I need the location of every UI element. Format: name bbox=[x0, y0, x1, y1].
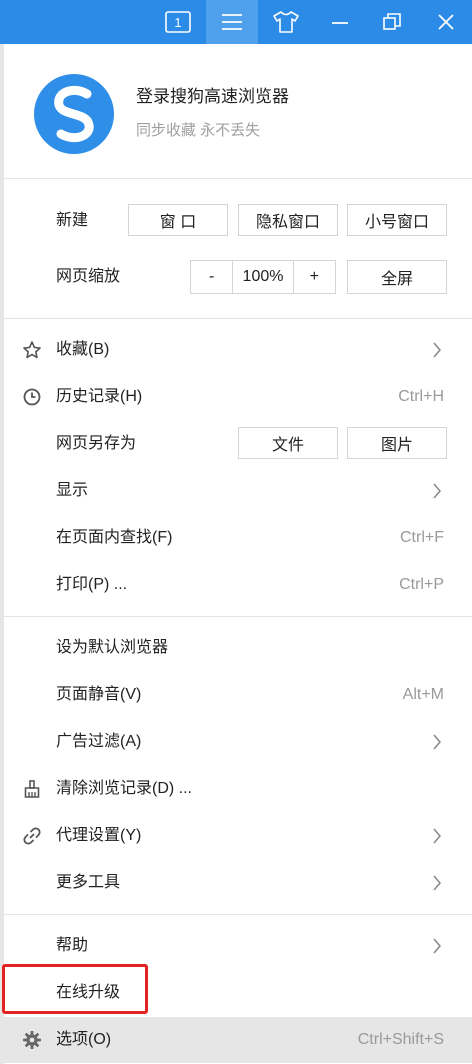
options-shortcut: Ctrl+Shift+S bbox=[357, 1031, 444, 1048]
mute-shortcut: Alt+M bbox=[402, 686, 444, 703]
close-button[interactable] bbox=[420, 0, 472, 44]
sogou-logo[interactable] bbox=[32, 72, 116, 156]
divider bbox=[4, 616, 472, 617]
menu-item-options[interactable]: 选项(O) Ctrl+Shift+S bbox=[4, 1017, 472, 1063]
title-bar: 1 bbox=[0, 0, 472, 44]
mute-label: 页面静音(V) bbox=[56, 686, 142, 703]
chevron-right-icon bbox=[433, 875, 441, 891]
menu-icon bbox=[222, 14, 242, 30]
tab-counter-button[interactable]: 1 bbox=[152, 0, 204, 44]
fullscreen-button[interactable]: 全屏 bbox=[347, 260, 447, 294]
login-subtitle: 同步收藏 永不丢失 bbox=[136, 122, 261, 139]
options-highlight-box bbox=[2, 964, 148, 1014]
new-window-label: 新建 bbox=[56, 212, 89, 229]
chevron-right-icon bbox=[433, 342, 441, 358]
more-tools-label: 更多工具 bbox=[56, 874, 121, 891]
save-as-label: 网页另存为 bbox=[56, 435, 137, 452]
proxy-label: 代理设置(Y) bbox=[56, 827, 142, 844]
clock-icon bbox=[23, 388, 41, 406]
main-menu-button[interactable] bbox=[206, 0, 258, 44]
tab-counter-icon: 1 bbox=[165, 11, 191, 33]
options-label: 选项(O) bbox=[56, 1031, 112, 1048]
help-label: 帮助 bbox=[56, 937, 89, 954]
minimize-button[interactable] bbox=[314, 0, 366, 44]
svg-text:1: 1 bbox=[174, 15, 181, 30]
save-file-button[interactable]: 文件 bbox=[238, 427, 338, 459]
menu-item-proxy[interactable]: 代理设置(Y) bbox=[4, 813, 472, 859]
chevron-right-icon bbox=[433, 828, 441, 844]
favorites-label: 收藏(B) bbox=[56, 341, 110, 358]
zoom-in-button[interactable]: + bbox=[294, 261, 335, 293]
zoom-out-button[interactable]: - bbox=[191, 261, 234, 293]
menu-item-mute[interactable]: 页面静音(V) Alt+M bbox=[4, 672, 472, 718]
close-icon bbox=[438, 14, 454, 30]
menu-item-set-default[interactable]: 设为默认浏览器 bbox=[4, 625, 472, 671]
login-title[interactable]: 登录搜狗高速浏览器 bbox=[136, 82, 289, 107]
find-label: 在页面内查找(F) bbox=[56, 529, 173, 546]
link-icon bbox=[23, 827, 41, 845]
divider bbox=[4, 914, 472, 915]
skin-icon bbox=[273, 11, 299, 33]
restore-icon bbox=[383, 13, 401, 30]
restore-button[interactable] bbox=[366, 0, 418, 44]
chevron-right-icon bbox=[433, 938, 441, 954]
star-icon bbox=[23, 341, 41, 359]
divider bbox=[4, 318, 472, 319]
history-label: 历史记录(H) bbox=[56, 388, 143, 405]
chevron-right-icon bbox=[433, 734, 441, 750]
minimize-icon bbox=[332, 22, 348, 24]
zoom-label: 网页缩放 bbox=[56, 268, 121, 285]
print-label: 打印(P) ... bbox=[56, 576, 128, 593]
set-default-label: 设为默认浏览器 bbox=[56, 639, 169, 656]
gear-icon bbox=[23, 1031, 41, 1049]
new-window-button[interactable]: 窗 口 bbox=[128, 204, 228, 236]
menu-item-find[interactable]: 在页面内查找(F) Ctrl+F bbox=[4, 515, 472, 561]
zoom-control: - 100% + bbox=[190, 260, 336, 294]
menu-item-adblock[interactable]: 广告过滤(A) bbox=[4, 719, 472, 765]
skin-button[interactable] bbox=[260, 0, 312, 44]
private-window-button[interactable]: 隐私窗口 bbox=[238, 204, 338, 236]
menu-item-more-tools[interactable]: 更多工具 bbox=[4, 860, 472, 906]
history-shortcut: Ctrl+H bbox=[398, 388, 444, 405]
find-shortcut: Ctrl+F bbox=[400, 529, 444, 546]
menu-item-clear-history[interactable]: 清除浏览记录(D) ... bbox=[4, 766, 472, 812]
display-label: 显示 bbox=[56, 482, 89, 499]
menu-item-favorites[interactable]: 收藏(B) bbox=[4, 327, 472, 373]
menu-item-history[interactable]: 历史记录(H) Ctrl+H bbox=[4, 374, 472, 420]
print-shortcut: Ctrl+P bbox=[399, 576, 444, 593]
clear-history-label: 清除浏览记录(D) ... bbox=[56, 780, 192, 797]
zoom-value: 100% bbox=[233, 261, 294, 293]
small-window-button[interactable]: 小号窗口 bbox=[347, 204, 447, 236]
divider bbox=[4, 178, 472, 179]
adblock-label: 广告过滤(A) bbox=[56, 733, 142, 750]
menu-item-print[interactable]: 打印(P) ... Ctrl+P bbox=[4, 562, 472, 608]
chevron-right-icon bbox=[433, 483, 441, 499]
broom-icon bbox=[24, 780, 40, 798]
save-image-button[interactable]: 图片 bbox=[347, 427, 447, 459]
menu-item-help[interactable]: 帮助 bbox=[4, 923, 472, 969]
main-menu: 登录搜狗高速浏览器 同步收藏 永不丢失 新建 窗 口 隐私窗口 小号窗口 网页缩… bbox=[4, 44, 472, 1064]
menu-item-display[interactable]: 显示 bbox=[4, 468, 472, 514]
